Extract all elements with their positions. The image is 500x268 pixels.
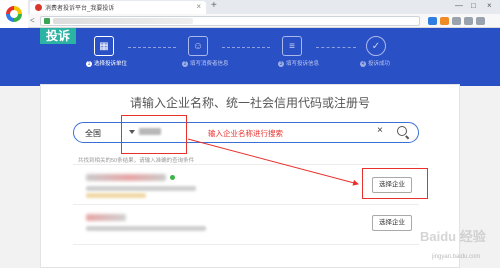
watermark: Baidu 经验: [420, 229, 486, 244]
watermark-url: jingyan.baidu.com: [432, 254, 481, 260]
screenshot-frame: 消费者投诉平台_我要投诉 × + — □ × < 投诉 ▦ ☺ ≡ ✓ 1 选择投…: [0, 0, 500, 268]
browser-logo[interactable]: [0, 0, 28, 28]
browser-logo-icon: [6, 6, 22, 22]
